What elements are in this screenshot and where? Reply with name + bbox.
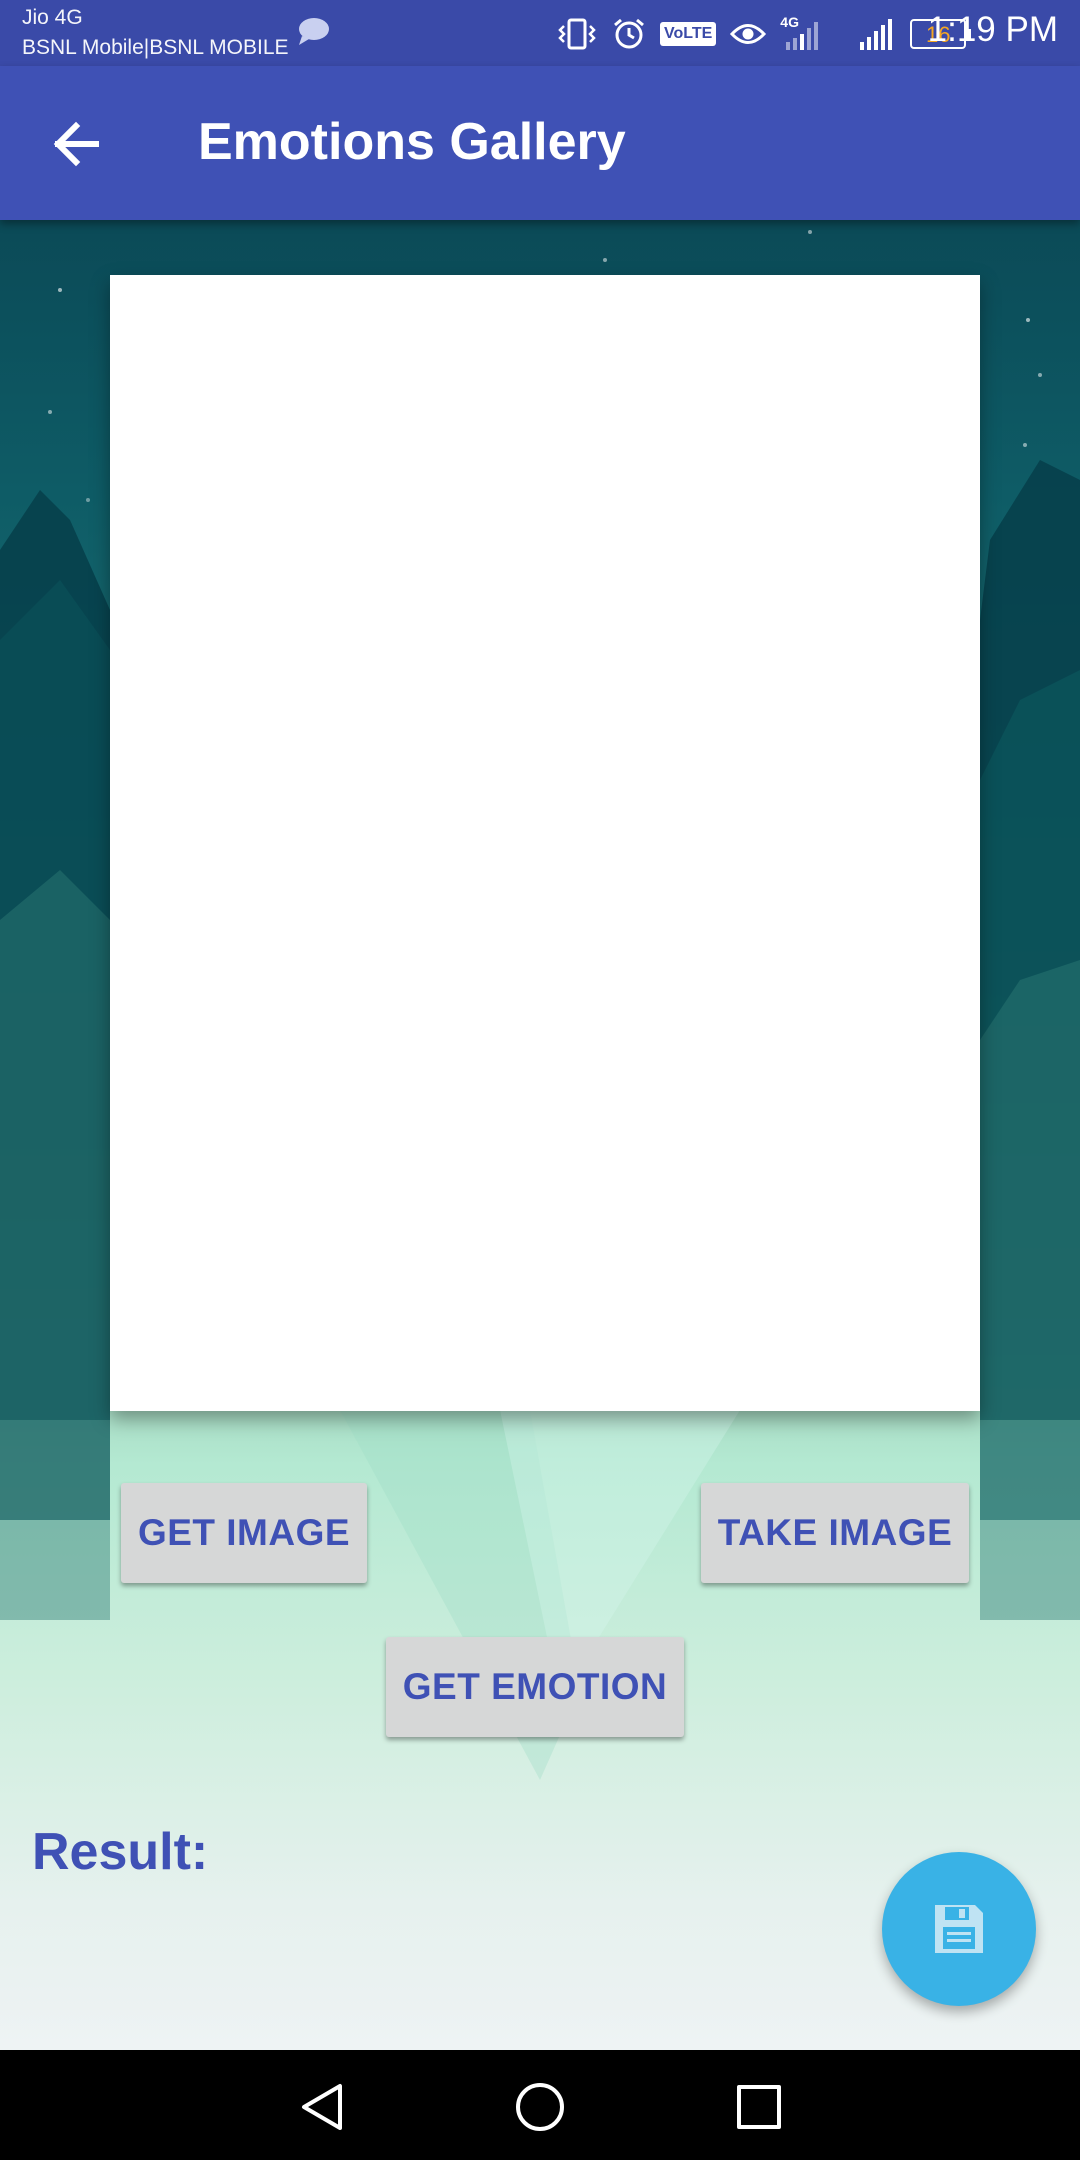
signal-icon bbox=[860, 19, 893, 50]
save-icon bbox=[935, 1905, 983, 1953]
app-bar: Emotions Gallery bbox=[0, 66, 1080, 220]
main-content: GET IMAGE TAKE IMAGE GET EMOTION Result: bbox=[0, 220, 1080, 2050]
volte-label: VoLTE bbox=[664, 25, 713, 42]
arrow-back-icon[interactable] bbox=[50, 118, 102, 170]
result-label: Result: bbox=[32, 1823, 209, 1881]
carrier-primary: Jio 4G bbox=[22, 6, 83, 29]
vibrate-icon bbox=[558, 18, 596, 50]
save-fab-button[interactable] bbox=[882, 1852, 1036, 2006]
message-icon bbox=[299, 18, 329, 45]
volte-icon: VoLTE bbox=[660, 22, 717, 46]
back-triangle-icon[interactable] bbox=[296, 2080, 350, 2134]
status-bar: Jio 4G BSNL Mobile|BSNL MOBILE VoLTE 4G bbox=[0, 0, 1080, 66]
alarm-icon bbox=[614, 18, 644, 49]
navigation-bar bbox=[0, 2050, 1080, 2160]
recents-square-icon[interactable] bbox=[732, 2080, 786, 2134]
status-time: 1:19 PM bbox=[927, 10, 1058, 49]
carrier-secondary: BSNL Mobile|BSNL MOBILE bbox=[22, 36, 289, 59]
take-image-button[interactable]: TAKE IMAGE bbox=[701, 1483, 969, 1583]
get-emotion-button[interactable]: GET EMOTION bbox=[386, 1637, 684, 1737]
status-icons: VoLTE 4G 16 bbox=[556, 14, 972, 54]
eye-icon bbox=[730, 24, 767, 44]
signal-4g-icon: 4G bbox=[780, 14, 824, 52]
home-circle-icon[interactable] bbox=[513, 2080, 567, 2134]
page-title: Emotions Gallery bbox=[198, 113, 626, 171]
image-preview bbox=[110, 275, 980, 1411]
get-image-button[interactable]: GET IMAGE bbox=[121, 1483, 367, 1583]
